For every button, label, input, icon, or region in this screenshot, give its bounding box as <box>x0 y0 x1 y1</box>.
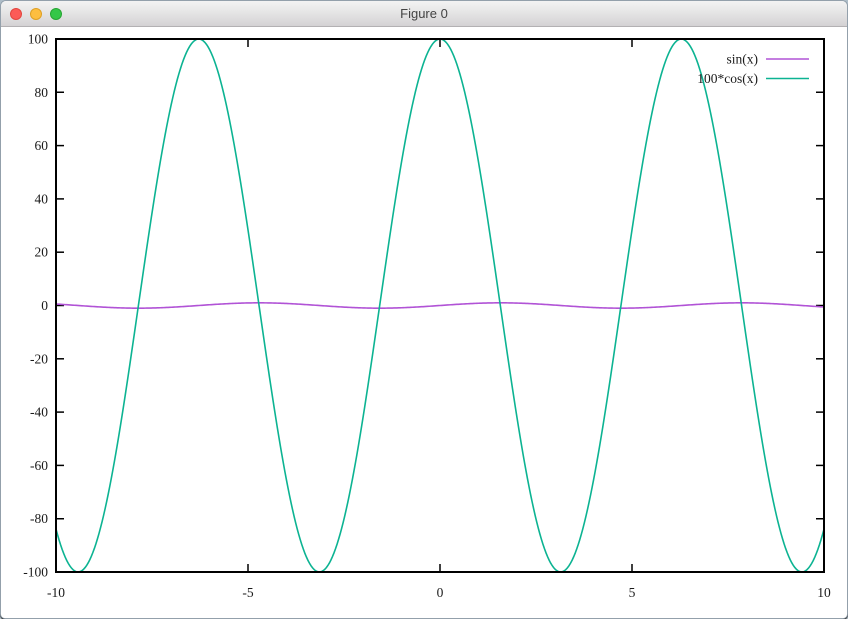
series-line-0 <box>56 303 824 308</box>
y-tick-label: -60 <box>30 458 48 473</box>
y-tick-label: -80 <box>30 511 48 526</box>
y-tick-label: -40 <box>30 405 48 420</box>
plot-canvas: -10 -5 0 5 10 -100 -80 -60 -40 -20 0 20 40 60 80 100 sin… <box>1 27 847 619</box>
y-tick-label: 60 <box>35 138 49 153</box>
y-tick-label: 40 <box>35 191 49 206</box>
x-tick-label: 5 <box>629 585 636 600</box>
y-tick-label: -20 <box>30 351 48 366</box>
x-tick-label: 10 <box>817 585 831 600</box>
x-tick-label: -5 <box>242 585 253 600</box>
window-title: Figure 0 <box>1 6 847 21</box>
close-button[interactable] <box>10 8 22 20</box>
x-tick-label: 0 <box>437 585 444 600</box>
window-controls <box>10 1 62 26</box>
y-tick-label: -100 <box>23 565 48 580</box>
chart-figure: -10 -5 0 5 10 -100 -80 -60 -40 -20 0 20 40 60 80 100 sin… <box>1 27 848 619</box>
zoom-button[interactable] <box>50 8 62 20</box>
x-tick-label: -10 <box>47 585 65 600</box>
minimize-button[interactable] <box>30 8 42 20</box>
y-tick-label: 80 <box>35 85 49 100</box>
app-window: Figure 0 -10 -5 0 5 10 -100 -80 -60 -40 -20 0 20 40 6… <box>0 0 848 619</box>
legend-label-0: sin(x) <box>727 52 759 67</box>
window-titlebar[interactable]: Figure 0 <box>1 1 847 27</box>
y-tick-label: 100 <box>28 32 49 47</box>
y-tick-label: 20 <box>35 245 49 260</box>
y-tick-label: 0 <box>41 298 48 313</box>
legend-label-1: 100*cos(x) <box>697 71 758 86</box>
